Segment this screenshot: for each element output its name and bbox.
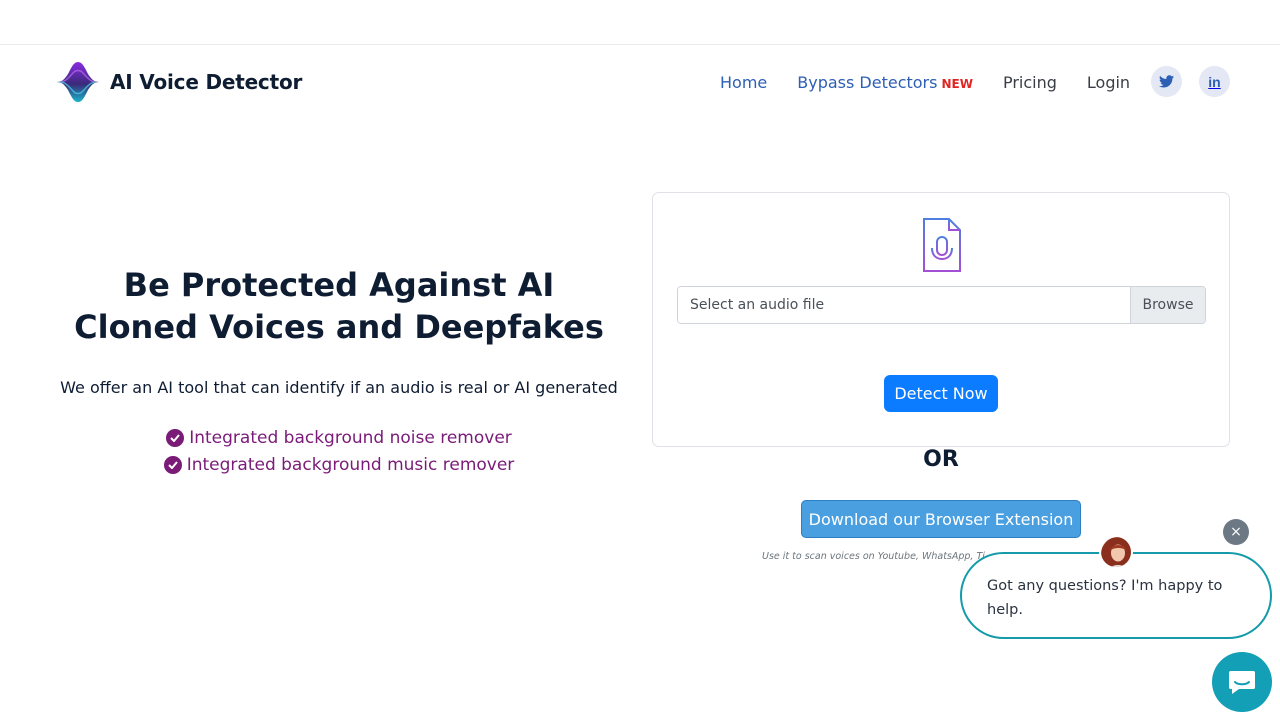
hero-subtitle: We offer an AI tool that can identify if… — [60, 378, 618, 397]
audio-file-icon — [923, 218, 961, 272]
download-extension-button[interactable]: Download our Browser Extension — [801, 500, 1081, 538]
feature-label: Integrated background music remover — [186, 454, 515, 475]
check-circle-icon — [166, 428, 185, 447]
hero-title: Be Protected Against AI Cloned Voices an… — [74, 266, 604, 346]
chat-message: Got any questions? I'm happy to help. — [987, 578, 1223, 618]
twitter-icon — [1159, 75, 1174, 88]
brand-logo[interactable]: AI Voice Detector — [54, 60, 302, 104]
chat-launcher-button[interactable] — [1212, 652, 1272, 712]
linkedin-link[interactable]: in — [1199, 66, 1230, 97]
chat-icon — [1229, 671, 1255, 694]
close-chat-button[interactable]: × — [1223, 519, 1249, 545]
close-icon: × — [1230, 524, 1242, 540]
main-nav: Home Bypass Detectors NEW Pricing Login — [720, 70, 1130, 94]
feature-list: Integrated background noise remover Inte… — [60, 424, 618, 478]
feature-item: Integrated background noise remover — [166, 424, 512, 451]
waveform-logo-icon — [56, 62, 100, 102]
or-divider: OR — [923, 447, 959, 472]
detect-now-button[interactable]: Detect Now — [884, 375, 998, 412]
upload-card: Browse Detect Now — [652, 192, 1230, 447]
nav-bypass-detectors[interactable]: Bypass Detectors NEW — [797, 73, 973, 92]
feature-label: Integrated background noise remover — [189, 427, 512, 448]
check-circle-icon — [163, 455, 182, 474]
twitter-link[interactable] — [1151, 66, 1182, 97]
linkedin-icon: in — [1208, 73, 1221, 90]
nav-login[interactable]: Login — [1087, 73, 1130, 92]
brand-name: AI Voice Detector — [110, 70, 303, 94]
nav-pricing[interactable]: Pricing — [1003, 73, 1057, 92]
browse-button[interactable]: Browse — [1130, 287, 1205, 323]
top-divider — [0, 44, 1280, 45]
feature-item: Integrated background music remover — [163, 451, 515, 478]
new-badge: NEW — [941, 76, 973, 91]
agent-avatar — [1099, 535, 1133, 569]
extension-note: Use it to scan voices on Youtube, WhatsA… — [762, 551, 985, 562]
nav-bypass-label: Bypass Detectors — [797, 72, 938, 92]
nav-home[interactable]: Home — [720, 73, 767, 92]
file-picker: Browse — [677, 286, 1206, 324]
audio-file-input[interactable] — [678, 287, 1130, 323]
